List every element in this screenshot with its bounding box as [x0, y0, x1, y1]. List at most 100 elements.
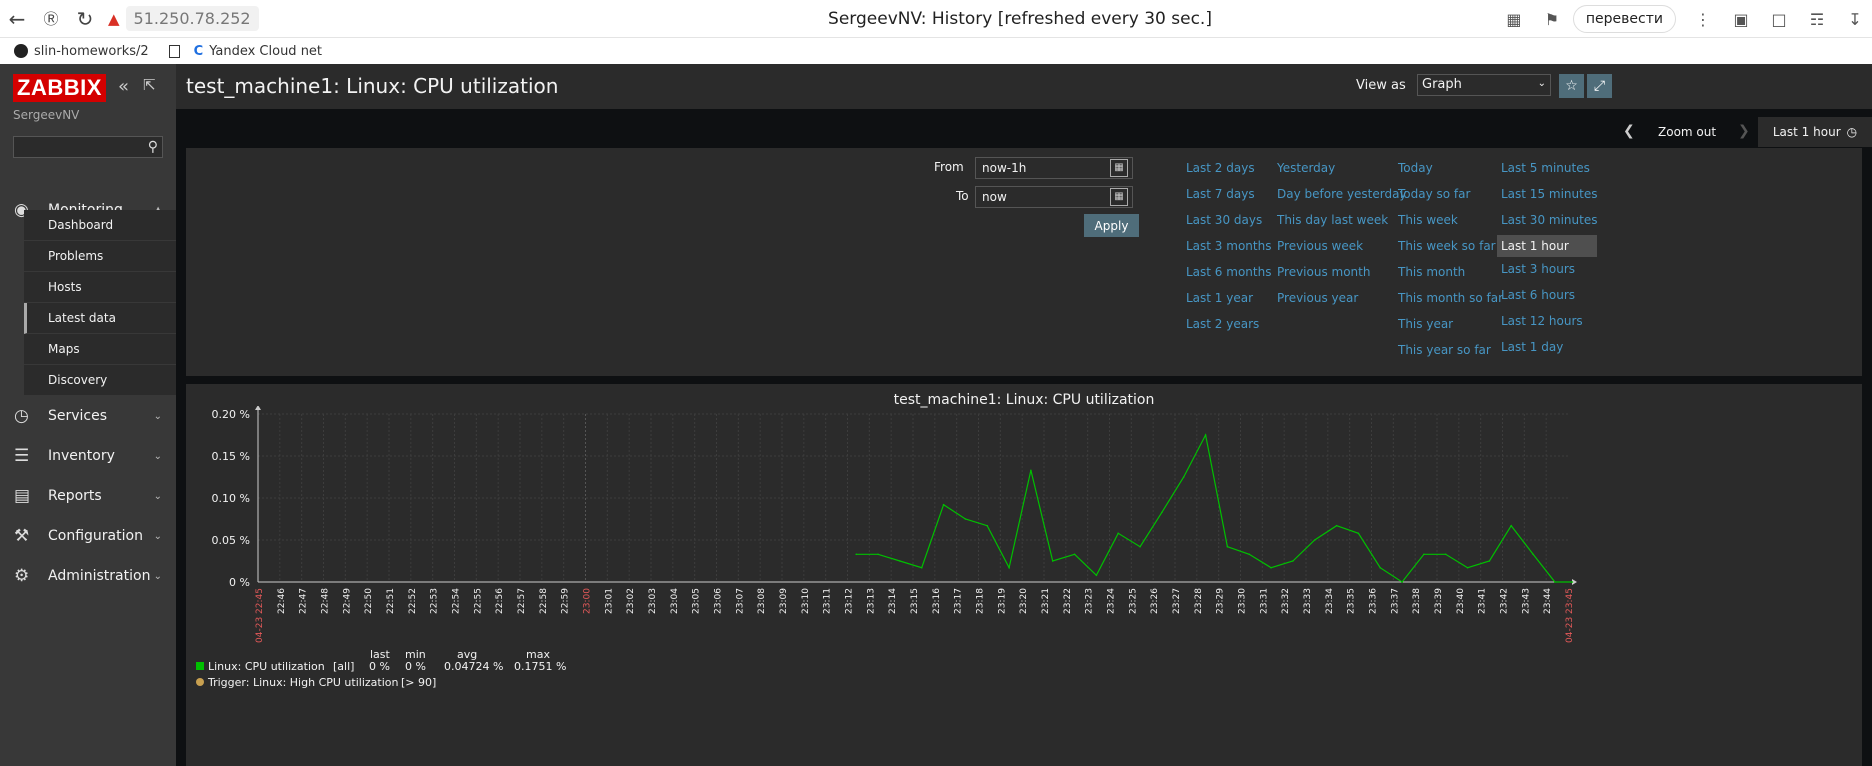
data-point [1488, 560, 1491, 562]
quick-range-link[interactable]: This year so far [1398, 342, 1503, 368]
quick-range-link[interactable]: Today [1398, 160, 1503, 186]
download-icon[interactable]: ↧ [1838, 10, 1872, 29]
yandex-icon[interactable]: Ⓡ [34, 0, 68, 38]
x-tick-label: 23:12 [845, 588, 855, 614]
to-label: To [956, 189, 969, 203]
sidebar-item-hosts[interactable]: Hosts [24, 272, 176, 303]
bookmark-item[interactable]: slin-homeworks/2 [14, 44, 149, 59]
menu-services[interactable]: ◷ Services ⌄ [0, 396, 176, 436]
translate-button[interactable]: перевести [1572, 5, 1676, 33]
sidebar-item-latest-data[interactable]: Latest data [24, 303, 176, 334]
quick-range-link[interactable]: Yesterday [1277, 160, 1407, 186]
quick-range-link[interactable]: Last 7 days [1186, 186, 1271, 212]
data-point [1357, 532, 1360, 535]
x-tick-label: 23:41 [1478, 588, 1488, 614]
more-icon[interactable]: ⋮ [1686, 10, 1720, 29]
main-content: test_machine1: Linux: CPU utilization Vi… [176, 64, 1872, 766]
x-tick-label: 23:21 [1041, 588, 1051, 614]
search-icon[interactable]: ⚲ [148, 139, 158, 155]
calendar-icon[interactable]: ▦ [1110, 159, 1128, 177]
quick-range-link[interactable]: Last 5 minutes [1501, 160, 1597, 186]
x-tick-label: 22:58 [539, 588, 549, 614]
zabbix-logo[interactable]: ZABBIX [13, 74, 106, 102]
quick-range-link[interactable]: This month [1398, 264, 1503, 290]
extensions-icon[interactable]: ☶ [1800, 10, 1834, 29]
quick-range-link[interactable]: Last 6 hours [1501, 287, 1597, 313]
kiosk-mode-icon[interactable]: ⇱ [143, 76, 156, 94]
reader-icon[interactable]: ▦ [1497, 10, 1531, 29]
browser-toolbar: ← Ⓡ ↻ ▲ 51.250.78.252 SergeevNV: History… [0, 0, 1872, 38]
bookmark-label: Yandex Cloud net [209, 43, 323, 59]
bookmark-item[interactable] [168, 44, 180, 58]
quick-range-link[interactable]: Last 3 hours [1501, 261, 1597, 287]
x-tick-label: 23:13 [866, 588, 876, 614]
quick-range-link[interactable]: Previous year [1277, 290, 1407, 316]
data-point [899, 560, 901, 562]
zoom-out-button[interactable]: Zoom out [1658, 125, 1716, 139]
quick-range-link[interactable]: Last 15 minutes [1501, 186, 1597, 212]
quick-range-link[interactable]: Previous week [1277, 238, 1407, 264]
bookmark-icon[interactable]: ⚑ [1535, 10, 1569, 29]
data-point [1379, 566, 1382, 569]
timeframe-bar: ❮ Zoom out ❯ Last 1 hour ◷ [176, 117, 1872, 147]
document-icon [168, 44, 180, 58]
series-max: 0.1751 % [514, 660, 567, 673]
quick-range-link[interactable]: Last 3 months [1186, 238, 1271, 264]
quick-range-link[interactable]: Previous month [1277, 264, 1407, 290]
calendar-icon[interactable]: ▦ [1110, 188, 1128, 206]
bookmark-item[interactable]: C Yandex Cloud net [194, 44, 322, 59]
chevron-right-icon[interactable]: ❯ [1738, 123, 1750, 139]
fullscreen-button[interactable]: ⤢ [1587, 74, 1612, 98]
quick-range-link[interactable]: Last 30 days [1186, 212, 1271, 238]
trigger-value: [> 90] [401, 676, 437, 689]
quick-ranges-col-4: Last 5 minutes Last 15 minutes Last 30 m… [1497, 160, 1598, 365]
sidebar-item-discovery[interactable]: Discovery [24, 365, 176, 396]
tab-timeframe[interactable]: Last 1 hour ◷ [1758, 117, 1872, 147]
x-tick-label: 23:08 [757, 588, 767, 614]
x-tick-label: 23:16 [932, 588, 942, 614]
menu-inventory[interactable]: ☰ Inventory ⌄ [0, 436, 176, 476]
data-point [1117, 532, 1120, 535]
quick-range-link[interactable]: This month so far [1398, 290, 1503, 316]
trigger-dot-icon [196, 678, 204, 686]
reload-icon[interactable]: ↻ [68, 0, 102, 38]
quick-range-link[interactable]: Today so far [1398, 186, 1503, 212]
quick-range-link[interactable]: Last 2 years [1186, 316, 1271, 342]
data-point [1161, 511, 1163, 514]
x-tick-label: 22:52 [408, 588, 418, 614]
chevron-left-icon[interactable]: ❮ [1623, 123, 1635, 139]
apply-button[interactable]: Apply [1084, 214, 1139, 237]
warning-icon[interactable]: ▲ [108, 10, 120, 28]
quick-range-link[interactable]: Last 12 hours [1501, 313, 1597, 339]
quick-range-link[interactable]: Day before yesterday [1277, 186, 1407, 212]
search-input[interactable]: ⚲ [13, 136, 163, 158]
series-avg: 0.04724 % [444, 660, 504, 673]
quick-range-link[interactable]: This year [1398, 316, 1503, 342]
quick-range-link[interactable]: Last 1 year [1186, 290, 1271, 316]
view-as-select[interactable]: Graph ⌄ [1417, 74, 1551, 96]
menu-administration[interactable]: ⚙ Administration ⌄ [0, 556, 176, 596]
back-icon[interactable]: ← [0, 0, 34, 38]
menu-configuration[interactable]: ⚒ Configuration ⌄ [0, 516, 176, 556]
cpu-chart[interactable]: 0 % 0.05 % 0.10 % 0.15 % 0.20 % 22:46 22:47 22:… [186, 406, 1862, 676]
quick-range-link-selected[interactable]: Last 1 hour [1497, 235, 1598, 257]
menu-reports[interactable]: ▤ Reports ⌄ [0, 476, 176, 516]
sidebar-item-dashboard[interactable]: Dashboard [24, 210, 176, 241]
x-tick-label: 23:44 [1543, 588, 1553, 614]
tabs-icon[interactable]: □ [1762, 10, 1796, 29]
collections-icon[interactable]: ▣ [1724, 10, 1758, 29]
quick-range-link[interactable]: This day last week [1277, 212, 1407, 238]
collapse-sidebar-icon[interactable]: « [118, 76, 129, 97]
quick-range-link[interactable]: Last 2 days [1186, 160, 1271, 186]
y-tick-label: 0.05 % [212, 534, 250, 547]
list-icon: ☰ [14, 446, 30, 466]
sidebar-item-problems[interactable]: Problems [24, 241, 176, 272]
favorite-button[interactable]: ☆ [1559, 74, 1584, 98]
sidebar-item-maps[interactable]: Maps [24, 334, 176, 365]
quick-range-link[interactable]: Last 6 months [1186, 264, 1271, 290]
y-tick-label: 0.15 % [212, 450, 250, 463]
address-bar[interactable]: 51.250.78.252 [125, 6, 259, 31]
quick-range-link[interactable]: This week [1398, 212, 1503, 238]
quick-range-link[interactable]: Last 1 day [1501, 339, 1597, 365]
quick-range-link[interactable]: This week so far [1398, 238, 1503, 264]
